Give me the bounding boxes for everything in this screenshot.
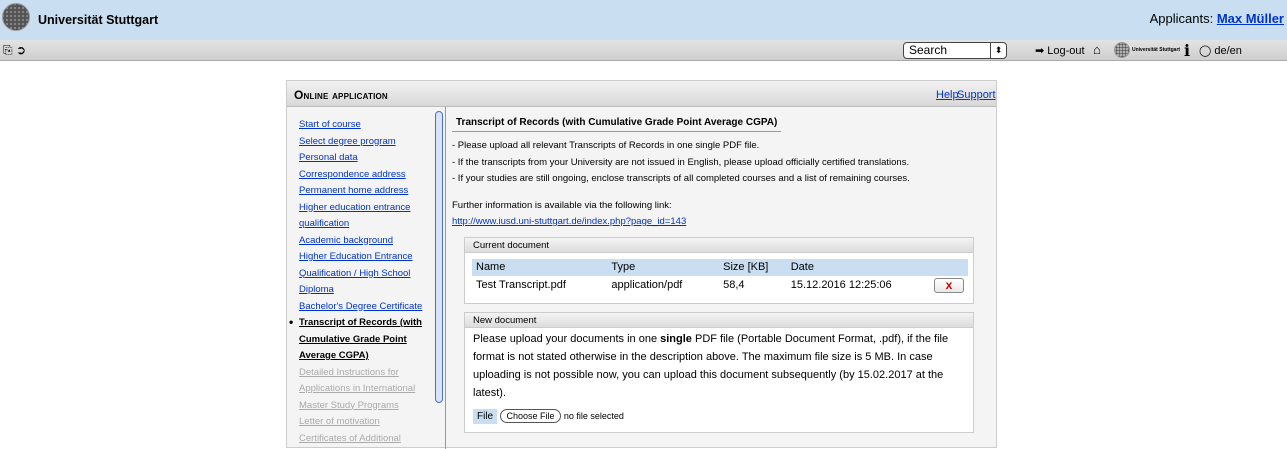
nav-item-disabled: Letter of motivation — [299, 416, 380, 427]
cell-name: Test Transcript.pdf — [472, 275, 608, 295]
upload-instructions: Please upload your documents in one sing… — [473, 332, 949, 399]
active-bullet: • — [289, 315, 294, 329]
col-size: Size [KB] — [719, 258, 787, 276]
nav-item-disabled: Master Study Programs — [299, 399, 399, 411]
no-file-text: no file selected — [563, 410, 624, 421]
university-name: Universität Stuttgart — [38, 13, 159, 27]
nav-item-active[interactable]: Transcript of Records (with — [299, 315, 439, 332]
col-date: Date — [786, 258, 930, 276]
cell-action: x — [930, 275, 968, 295]
nav-item[interactable]: qualification — [299, 216, 439, 233]
nav-item[interactable]: Personal data — [299, 150, 439, 167]
nav-item[interactable]: Academic background — [299, 233, 439, 250]
small-logo-text: Universität Stuttgart — [1132, 47, 1181, 53]
applicant-label: Applicants: — [1149, 11, 1214, 26]
current-document-box: Current document Name Type Size [KB] Dat… — [464, 236, 974, 304]
info-link[interactable]: http://www.iusd.uni-stuttgart.de/index.p… — [452, 214, 984, 231]
sidebar-divider — [445, 107, 446, 449]
help-link[interactable]: Help — [936, 89, 959, 101]
nav-item-disabled: Certificates of Additional — [299, 432, 401, 444]
instruction-line: - If the transcripts from your Universit… — [452, 156, 910, 168]
home-icon[interactable]: ⌂ — [1093, 42, 1101, 57]
sidebar-nav: Start of course Select degree program Pe… — [289, 117, 439, 447]
university-logo — [2, 3, 30, 31]
nav-item[interactable]: Correspondence address — [299, 167, 439, 184]
support-link[interactable]: Support — [957, 89, 996, 101]
search-select-value: Search — [909, 43, 948, 57]
logout-icon: ➡ — [1035, 45, 1045, 57]
current-document-heading: Current document — [465, 237, 973, 253]
file-row: File Choose File no file selected — [465, 402, 973, 432]
nav-item[interactable]: Permanent home address — [299, 183, 439, 200]
choose-file-button[interactable]: Choose File — [500, 408, 561, 423]
nav-item[interactable]: Higher education entrance — [299, 200, 439, 217]
nav-item-disabled: Detailed Instructions for — [299, 366, 399, 378]
new-document-box: New document Please upload your document… — [464, 311, 974, 433]
nav-item-active[interactable]: Cumulative Grade Point — [299, 332, 439, 349]
applicant-name-link[interactable]: Max Müller — [1217, 11, 1284, 26]
nav-item[interactable]: Diploma — [299, 282, 439, 299]
language-switch[interactable]: ◯ de/en — [1199, 44, 1242, 57]
instruction-line: - Please upload all relevant Transcripts… — [452, 140, 760, 151]
nav-item[interactable]: Start of course — [299, 117, 439, 134]
nav-item[interactable]: Bachelor's Degree Certificate — [299, 299, 439, 316]
panel-header: Online application Help Support — [287, 81, 996, 107]
toolbar: ⎘ ➲ Search ⬍ ➡ Log-out ⌂ Universität Stu… — [0, 40, 1287, 61]
logout-link[interactable]: ➡ Log-out — [1035, 44, 1085, 57]
table-row: Test Transcript.pdf application/pdf 58,4… — [472, 275, 968, 295]
top-header: Universität Stuttgart Applicants: Max Mü… — [0, 0, 1287, 40]
col-name: Name — [472, 258, 608, 276]
cell-size: 58,4 — [719, 275, 787, 295]
select-arrows-icon: ⬍ — [990, 42, 1006, 59]
section-title: Transcript of Records (with Cumulative G… — [452, 117, 782, 132]
col-type: Type — [607, 258, 720, 276]
col-action — [930, 258, 968, 276]
share-icon[interactable]: ⎘ — [3, 43, 13, 57]
speech-bubble-icon: ◯ — [1199, 45, 1212, 57]
current-document-table: Name Type Size [KB] Date Test Transcript… — [472, 258, 968, 295]
cell-date: 15.12.2016 12:25:06 — [786, 275, 930, 295]
search-select[interactable]: Search ⬍ — [903, 42, 1007, 59]
info-icon[interactable]: i — [1184, 41, 1190, 60]
instruction-line: - If your studies are still ongoing, enc… — [452, 173, 910, 184]
nav-item-active[interactable]: Average CGPA) — [299, 348, 439, 365]
new-document-heading: New document — [465, 312, 973, 328]
cell-type: application/pdf — [607, 275, 720, 295]
nav-item[interactable]: Select degree program — [299, 134, 439, 151]
forward-circle-icon[interactable]: ➲ — [16, 43, 26, 57]
nav-item[interactable]: Higher Education Entrance — [299, 249, 439, 266]
nav-item-disabled: Applications in International — [299, 383, 416, 394]
panel-title: Online application — [294, 88, 388, 102]
main-content: Transcript of Records (with Cumulative G… — [452, 114, 984, 433]
application-panel: Online application Help Support Start of… — [286, 80, 997, 449]
further-info-text: Further information is available via the… — [452, 199, 672, 211]
delete-document-button[interactable]: x — [934, 277, 964, 293]
applicant-info: Applicants: Max Müller — [1150, 11, 1284, 26]
file-label: File — [473, 408, 498, 424]
small-university-logo[interactable] — [1114, 42, 1130, 58]
table-header-row: Name Type Size [KB] Date — [472, 258, 968, 276]
sidebar-scrollbar[interactable] — [435, 111, 443, 403]
nav-item[interactable]: Qualification / High School — [299, 266, 439, 283]
